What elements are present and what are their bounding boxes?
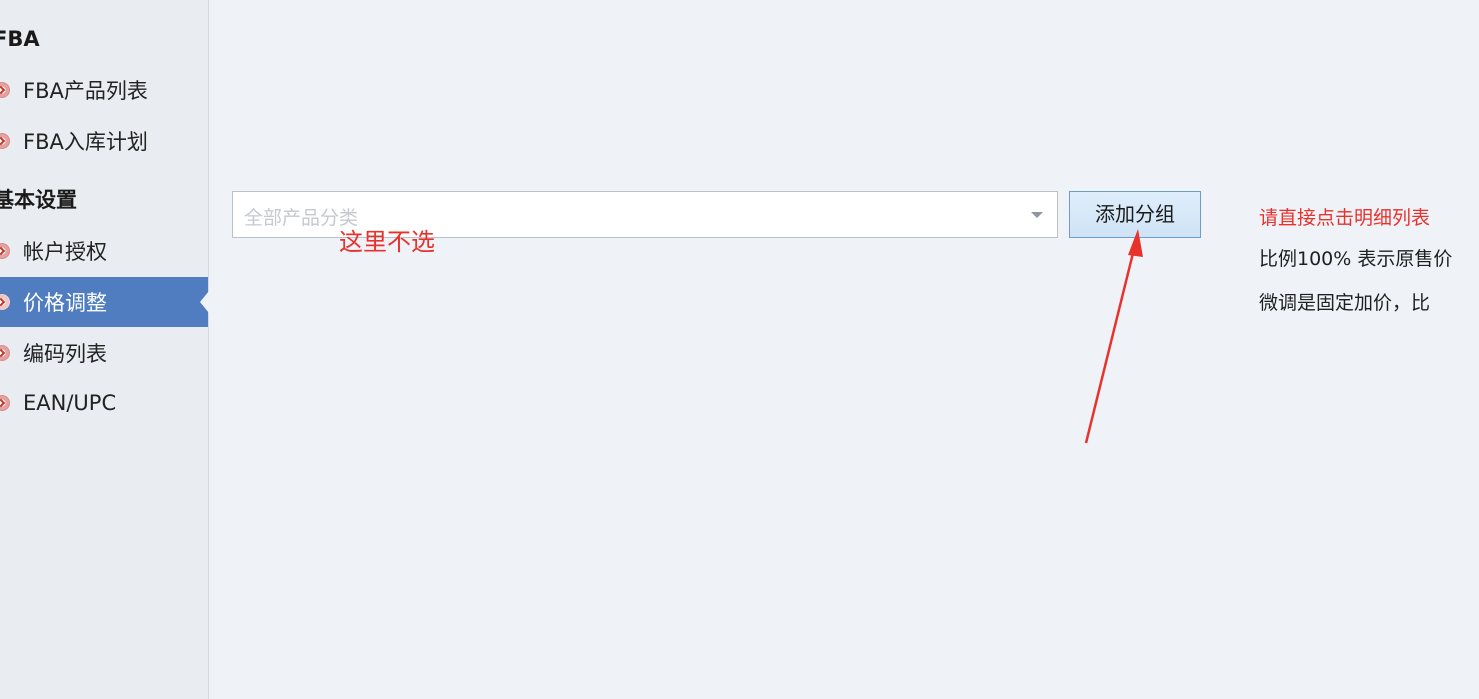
- chevron-circle-icon: [0, 82, 10, 98]
- annotation-label: 这里不选: [339, 228, 435, 256]
- hint-line-ratio: 比例100% 表示原售价: [1259, 248, 1453, 270]
- sidebar-item-ean-upc[interactable]: EAN/UPC: [0, 378, 208, 428]
- sidebar-item-label: 编码列表: [23, 342, 107, 366]
- chevron-circle-icon: [0, 395, 10, 411]
- hint-line-fine-tune: 微调是固定加价，比: [1259, 292, 1431, 314]
- chevron-down-icon[interactable]: [1031, 212, 1043, 218]
- chevron-circle-icon: [0, 294, 10, 310]
- sidebar-item-code-list[interactable]: 编码列表: [0, 328, 208, 378]
- sidebar-section-basic-settings: 基本设置: [0, 188, 77, 212]
- chevron-circle-icon: [0, 243, 10, 259]
- sidebar-item-label: 价格调整: [23, 291, 107, 315]
- sidebar-section-fba: FBA: [0, 27, 40, 51]
- sidebar-item-fba-products[interactable]: FBA产品列表: [0, 65, 208, 115]
- hint-line-red: 请直接点击明细列表: [1259, 207, 1431, 229]
- sidebar: FBA FBA产品列表 FBA入库计划 基本设置 帐户授权 价格调整 编码列表 …: [0, 0, 209, 699]
- sidebar-item-label: FBA产品列表: [23, 79, 148, 103]
- sidebar-item-label: 帐户授权: [23, 240, 107, 264]
- sidebar-item-account-auth[interactable]: 帐户授权: [0, 226, 208, 276]
- sidebar-item-fba-inbound-plan[interactable]: FBA入库计划: [0, 116, 208, 166]
- sidebar-item-label: FBA入库计划: [23, 130, 148, 154]
- sidebar-item-label: EAN/UPC: [23, 391, 117, 415]
- annotation-arrow-icon: [1084, 229, 1143, 444]
- app-window: FBA FBA产品列表 FBA入库计划 基本设置 帐户授权 价格调整 编码列表 …: [0, 0, 1479, 699]
- chevron-circle-icon: [0, 345, 10, 361]
- sidebar-item-price-adjust[interactable]: 价格调整: [0, 277, 209, 327]
- chevron-circle-icon: [0, 133, 10, 149]
